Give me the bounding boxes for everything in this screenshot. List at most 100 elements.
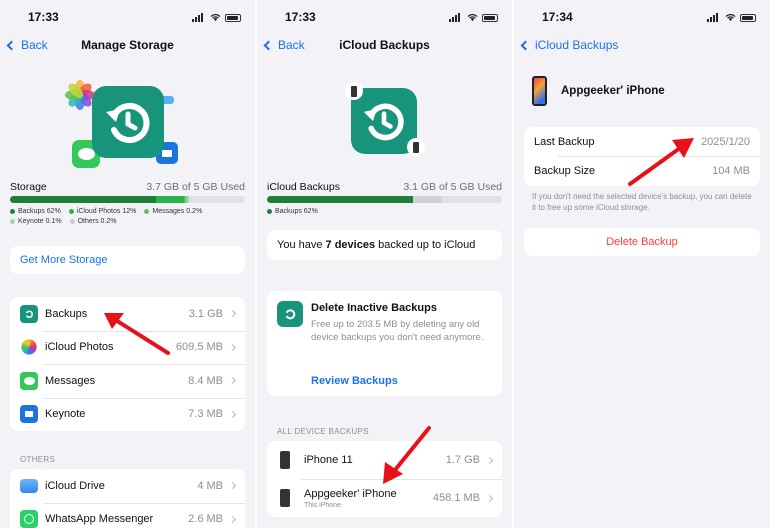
chevron-right-icon: [228, 482, 237, 490]
backup-illustration: [345, 82, 425, 162]
list-item-icloud-drive[interactable]: iCloud Drive 4 MB: [10, 469, 245, 503]
item-label: Backups: [45, 307, 88, 320]
device-backups-list: iPhone 11 1.7 GB Appgeeker' iPhone This …: [267, 441, 502, 517]
keynote-icon: [20, 405, 38, 424]
chevron-right-icon: [228, 377, 237, 385]
storage-used: 3.7 GB of 5 GB Used: [146, 181, 245, 193]
item-size: 3.1 GB: [188, 307, 223, 320]
delete-backup-card: Delete Backup: [524, 228, 760, 256]
list-item-device-current[interactable]: Appgeeker' iPhone This iPhone 458.1 MB: [267, 479, 502, 517]
legend-item: Others 0.2%: [69, 218, 117, 225]
item-size: 2.6 MB: [188, 513, 223, 526]
item-size: 458.1 MB: [432, 492, 480, 504]
list-item-messages[interactable]: Messages 8.4 MB: [10, 364, 245, 398]
delete-inactive-card: Delete Inactive Backups Free up to 203.5…: [267, 291, 502, 396]
signal-icon: [707, 13, 721, 22]
legend-item: Backups 62%: [267, 208, 318, 215]
status-bar: 17:33: [0, 10, 255, 26]
status-bar: 17:33: [257, 10, 512, 26]
storage-illustration: [62, 78, 182, 170]
phone-icon: [407, 138, 425, 156]
phone-icon: [280, 451, 290, 469]
devices-summary: You have 7 devices backed up to iCloud: [277, 239, 476, 251]
bar-segment-other: [412, 196, 441, 203]
item-size: 7.3 MB: [188, 408, 223, 421]
others-section-label: OTHERS: [20, 455, 56, 464]
devices-summary-card: You have 7 devices backed up to iCloud: [267, 230, 502, 260]
legend-item: Keynote 0.1%: [10, 218, 62, 225]
wifi-icon: [467, 14, 478, 22]
storage-used: 3.1 GB of 5 GB Used: [403, 181, 502, 193]
bar-segment-keynote: [186, 196, 189, 203]
chevron-left-icon: [520, 40, 531, 50]
storage-legend: Backups 62%: [267, 208, 502, 215]
item-label: Messages: [45, 374, 96, 387]
whatsapp-icon: [20, 510, 38, 528]
wifi-icon: [210, 14, 221, 22]
messages-icon: [20, 371, 38, 390]
item-label: iCloud Drive: [45, 479, 105, 492]
backup-size-value: 104 MB: [712, 164, 750, 177]
storage-bar: [10, 196, 245, 203]
status-time: 17:34: [542, 10, 573, 24]
item-label: iCloud Photos: [45, 341, 114, 354]
last-backup-row: Last Backup 2025/1/20: [524, 127, 760, 156]
legend-item: Messages 0.2%: [144, 208, 202, 215]
bar-segment-backups: [267, 196, 413, 203]
item-label: Keynote: [45, 408, 86, 421]
battery-icon: [225, 13, 241, 22]
item-label: iPhone 11: [304, 454, 353, 466]
icloud-backups-screen: 17:33 Back iCloud Backups iCloud Backups…: [257, 0, 512, 528]
review-backups-link[interactable]: Review Backups: [311, 375, 398, 387]
item-size: 1.7 GB: [445, 454, 480, 466]
battery-icon: [482, 13, 498, 22]
status-time: 17:33: [285, 10, 316, 24]
status-bar: 17:34: [514, 10, 770, 26]
storage-legend: Backups 62% iCloud Photos 12% Messages 0…: [10, 208, 245, 225]
list-item-backups[interactable]: Backups 3.1 GB: [10, 297, 245, 331]
signal-icon: [449, 13, 463, 22]
legend-item: iCloud Photos 12%: [68, 208, 136, 215]
chevron-right-icon: [485, 494, 494, 502]
bar-segment-icloud-photos: [155, 196, 184, 203]
wifi-icon: [725, 14, 736, 22]
battery-icon: [740, 13, 756, 22]
last-backup-value: 2025/1/20: [701, 135, 750, 148]
item-label: Appgeeker' iPhone: [304, 487, 397, 500]
signal-icon: [192, 13, 206, 22]
list-item-icloud-photos[interactable]: iCloud Photos 609.5 MB: [10, 330, 245, 365]
device-header: Appgeeker' iPhone: [532, 76, 665, 106]
chevron-right-icon: [485, 456, 494, 464]
item-sublabel: This iPhone: [304, 501, 341, 509]
page-title: Manage Storage: [81, 38, 174, 52]
storage-label: Storage: [10, 181, 47, 193]
device-name: Appgeeker' iPhone: [561, 85, 665, 97]
list-item-keynote[interactable]: Keynote 7.3 MB: [10, 397, 245, 432]
list-item-whatsapp[interactable]: WhatsApp Messenger 2.6 MB: [10, 502, 245, 528]
inactive-description: Free up to 203.5 MB by deleting any old …: [311, 319, 484, 343]
storage-label: iCloud Backups: [267, 181, 340, 193]
backup-icon: [20, 304, 38, 323]
backup-size-row: Backup Size 104 MB: [524, 156, 760, 185]
photos-icon: [21, 339, 37, 355]
inactive-title: Delete Inactive Backups: [311, 302, 437, 314]
iphone-icon: [532, 76, 547, 106]
back-label: iCloud Backups: [535, 38, 619, 52]
storage-bar: [267, 196, 502, 203]
list-item-device[interactable]: iPhone 11 1.7 GB: [267, 441, 502, 479]
item-size: 609.5 MB: [175, 341, 223, 354]
chevron-right-icon: [228, 310, 237, 318]
chevron-right-icon: [228, 515, 237, 523]
backup-size-label: Backup Size: [534, 164, 596, 177]
page-title: iCloud Backups: [339, 38, 430, 52]
get-more-storage-card: Get More Storage: [10, 246, 245, 274]
delete-backup-button[interactable]: Delete Backup: [524, 228, 760, 248]
get-more-storage-button[interactable]: Get More Storage: [10, 246, 245, 274]
chevron-right-icon: [228, 343, 237, 351]
legend-item: Backups 62%: [10, 208, 61, 215]
back-button[interactable]: iCloud Backups: [520, 38, 619, 52]
photos-icon: [65, 80, 95, 110]
backup-info-card: Last Backup 2025/1/20 Backup Size 104 MB: [524, 127, 760, 186]
phone-icon: [345, 82, 363, 100]
status-time: 17:33: [28, 10, 59, 24]
